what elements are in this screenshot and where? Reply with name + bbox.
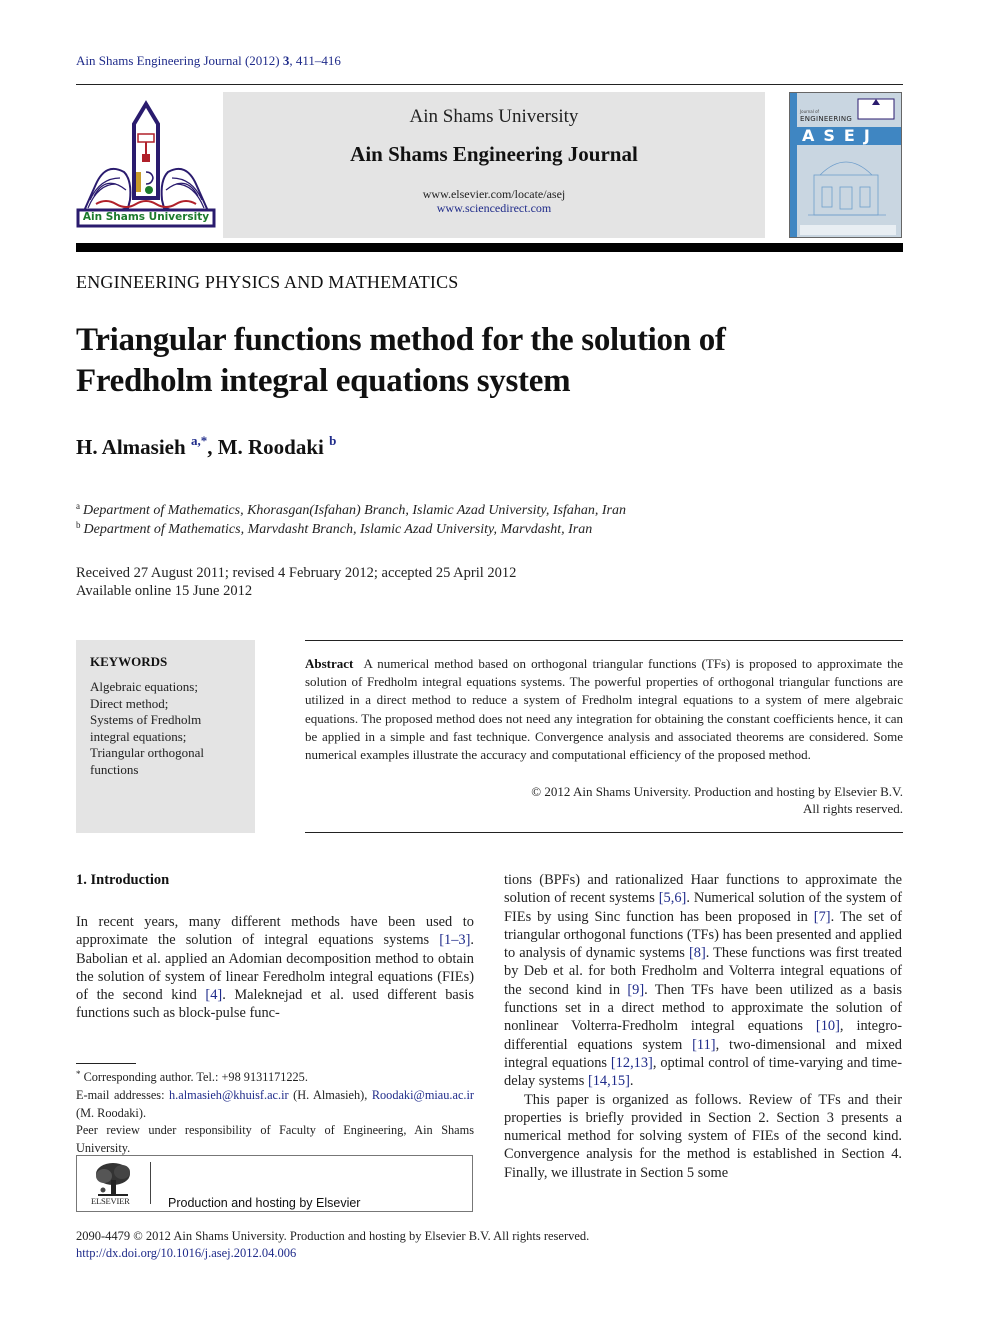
citation-link[interactable]: [7]	[814, 909, 831, 925]
elsevier-tree-logo-icon	[96, 1163, 130, 1196]
corresponding-author-text: Corresponding author. Tel.: +98 91311712…	[83, 1070, 308, 1084]
footnotes: * Corresponding author. Tel.: +98 913117…	[76, 1066, 474, 1158]
paragraph: tions (BPFs) and rationalized Haar funct…	[504, 871, 902, 1091]
doi-link[interactable]: http://dx.doi.org/10.1016/j.asej.2012.04…	[76, 1246, 296, 1261]
affiliation-mark: a	[76, 501, 80, 511]
elsevier-hosting-box: ELSEVIER Production and hosting by Elsev…	[76, 1155, 473, 1212]
section-label: ENGINEERING PHYSICS AND MATHEMATICS	[76, 272, 459, 292]
email-label: E-mail addresses:	[76, 1087, 170, 1102]
abstract-label: Abstract	[305, 656, 354, 671]
logo-caption: Ain Shams University	[82, 211, 210, 223]
author-name: M. Roodaki	[217, 435, 324, 459]
abstract-copyright: © 2012 Ain Shams University. Production …	[305, 783, 903, 817]
email-owner: (M. Roodaki).	[76, 1105, 147, 1120]
keyword-item: Algebraic equations;	[90, 679, 198, 694]
peer-review-note: Peer review under responsibility of Facu…	[76, 1123, 474, 1156]
author-separator: ,	[207, 435, 218, 459]
keyword-item: Systems of Fredholm	[90, 712, 202, 727]
abstract-bottom-rule	[305, 832, 903, 833]
abstract-top-rule	[305, 640, 903, 641]
issn-copyright-line: 2090-4479 © 2012 Ain Shams University. P…	[76, 1229, 590, 1243]
keywords-heading: KEYWORDS	[90, 654, 168, 669]
affiliation-text: Department of Mathematics, Khorasgan(Isf…	[83, 503, 626, 518]
citation-link[interactable]: [5,6]	[659, 890, 687, 906]
affiliation-text: Department of Mathematics, Marvdasht Bra…	[83, 522, 593, 537]
running-head-pages: , 411–416	[289, 53, 341, 68]
elsevier-locate-link[interactable]: www.elsevier.com/locate/asej	[223, 187, 765, 201]
cover-acronym: ASEJ	[802, 126, 879, 145]
body-text: In recent years, many different methods …	[76, 914, 474, 949]
header-rule	[76, 84, 903, 85]
section-heading-introduction: 1. Introduction	[76, 872, 170, 888]
masthead-journal-title: Ain Shams Engineering Journal	[350, 142, 638, 166]
citation-link[interactable]: [9]	[627, 982, 644, 998]
elsevier-hosting-text: Production and hosting by Elsevier	[168, 1196, 361, 1210]
affiliation-mark: b	[76, 520, 81, 530]
corresponding-author-note: * Corresponding author. Tel.: +98 913117…	[76, 1066, 474, 1087]
keyword-item: functions	[90, 761, 139, 777]
elsevier-wordmark: ELSEVIER	[91, 1196, 130, 1206]
copyright-line-1: © 2012 Ain Shams University. Production …	[531, 784, 903, 799]
citation-link[interactable]: [8]	[689, 945, 706, 961]
author-affiliation-link[interactable]: b	[329, 433, 336, 448]
running-head-journal: Ain Shams Engineering Journal (2012)	[76, 53, 280, 68]
citation-link[interactable]: [12,13]	[611, 1055, 653, 1071]
email-link[interactable]: Roodaki@miau.ac.ir	[372, 1088, 474, 1102]
ain-shams-university-logo: Ain Shams University	[76, 100, 216, 230]
article-history: Received 27 August 2011; revised 4 Febru…	[76, 565, 517, 581]
masthead: Ain Shams University Ain Shams Engineeri…	[223, 92, 765, 238]
footnote-rule	[76, 1063, 136, 1064]
keywords-box: KEYWORDS Algebraic equations; Direct met…	[76, 640, 255, 833]
masthead-thick-rule	[76, 243, 903, 252]
intro-left-column: In recent years, many different methods …	[76, 913, 474, 1023]
citation-link[interactable]: [14,15]	[588, 1073, 630, 1089]
sciencedirect-link[interactable]: www.sciencedirect.com	[223, 201, 765, 215]
author-affiliation-link[interactable]: a,*	[191, 433, 207, 448]
author-list: H. Almasieh a,*, M. Roodaki b	[76, 433, 336, 460]
citation-link[interactable]: [1–3]	[439, 932, 470, 948]
footnote-mark: *	[76, 1069, 81, 1079]
citation-link[interactable]: [10]	[816, 1018, 840, 1034]
abstract-text: A numerical method based on orthogonal t…	[305, 656, 903, 763]
keyword-item: Direct method;	[90, 695, 169, 711]
keyword-item: Triangular orthogonal	[90, 745, 204, 760]
affiliation: a Department of Mathematics, Khorasgan(Is…	[76, 501, 626, 519]
affiliation: b Department of Mathematics, Marvdasht Br…	[76, 520, 592, 538]
citation-link[interactable]: [4]	[205, 987, 222, 1003]
journal-cover-thumbnail[interactable]: Journal of ENGINEERING ASEJ	[789, 92, 902, 238]
body-text: .	[629, 1073, 634, 1090]
available-online: Available online 15 June 2012	[76, 583, 253, 599]
cover-small-label: Journal of	[800, 109, 819, 114]
abstract: Abstract A numerical method based on ort…	[305, 655, 903, 764]
email-note: E-mail addresses: h.almasieh@khuisf.ac.i…	[76, 1087, 474, 1123]
cover-engineering-word: ENGINEERING	[800, 115, 853, 123]
elsevier-divider	[150, 1162, 151, 1204]
running-head[interactable]: Ain Shams Engineering Journal (2012) 3, …	[76, 53, 341, 69]
paragraph: This paper is organized as follows. Revi…	[504, 1091, 902, 1181]
article-title: Triangular functions method for the solu…	[76, 320, 836, 402]
keyword-item: integral equations;	[90, 728, 187, 744]
email-owner: (H. Almasieh),	[288, 1087, 372, 1102]
title-line-2: Fredholm integral equations system	[76, 363, 571, 399]
email-link[interactable]: h.almasieh@khuisf.ac.ir	[169, 1088, 289, 1102]
masthead-university: Ain Shams University	[409, 106, 579, 127]
copyright-line-2: All rights reserved.	[802, 801, 903, 816]
intro-right-column: tions (BPFs) and rationalized Haar funct…	[504, 871, 902, 1182]
citation-link[interactable]: [11]	[692, 1037, 715, 1053]
author-name: H. Almasieh	[76, 435, 186, 459]
title-line-1: Triangular functions method for the solu…	[76, 322, 726, 358]
